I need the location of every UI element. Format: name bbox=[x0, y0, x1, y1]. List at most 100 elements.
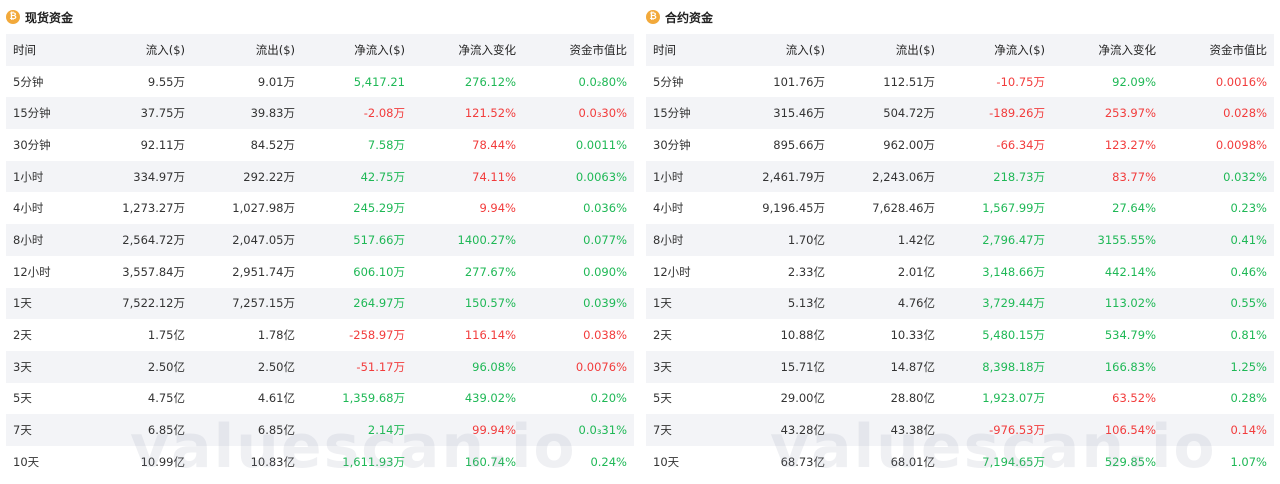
table-row: 3天 2.50亿 2.50亿 -51.17万 96.08% 0.0076% bbox=[6, 350, 634, 383]
time-cell: 4小时 bbox=[653, 201, 684, 216]
outflow-cell: 68.01亿 bbox=[890, 454, 935, 469]
net-change-cell: 63.52% bbox=[1112, 391, 1156, 406]
table-row: 1小时 2,461.79万 2,243.06万 218.73万 83.77% 0.032% bbox=[646, 160, 1274, 193]
outflow-cell: 7,257.15万 bbox=[232, 296, 295, 311]
outflow-cell: 1,027.98万 bbox=[232, 201, 295, 216]
outflow-cell: 4.76亿 bbox=[897, 296, 935, 311]
net-change-cell: 116.14% bbox=[464, 328, 516, 343]
futures-funds-panel: ₿ 合约资金 时间 流入($) 流出($) 净流入($) 净流入变化 资金市值比… bbox=[646, 0, 1274, 484]
net-inflow-cell: 1,611.93万 bbox=[342, 454, 405, 469]
net-change-cell: 166.83% bbox=[1104, 359, 1156, 374]
net-inflow-cell: 606.10万 bbox=[353, 264, 405, 279]
net-change-cell: 121.52% bbox=[464, 106, 516, 121]
column-header-time[interactable]: 时间 bbox=[646, 34, 724, 66]
time-cell: 2天 bbox=[13, 328, 32, 343]
net-inflow-cell: 218.73万 bbox=[993, 169, 1045, 184]
table-row: 15分钟 315.46万 504.72万 -189.26万 253.97% 0.028% bbox=[646, 97, 1274, 130]
market-cap-ratio-cell: 0.0076% bbox=[575, 359, 627, 374]
time-cell: 5天 bbox=[653, 391, 672, 406]
column-header-time[interactable]: 时间 bbox=[6, 34, 84, 66]
net-inflow-cell: -10.75万 bbox=[996, 74, 1045, 89]
net-change-cell: 99.94% bbox=[472, 423, 516, 438]
time-cell: 3天 bbox=[653, 359, 672, 374]
market-cap-ratio-cell: 0.028% bbox=[1223, 106, 1267, 121]
spot-funds-table-body: 5分钟 9.55万 9.01万 5,417.21 276.12% 0.0₂80% 15分钟 3… bbox=[6, 66, 634, 478]
market-cap-ratio-cell: 0.41% bbox=[1230, 232, 1267, 247]
table-row: 8小时 2,564.72万 2,047.05万 517.66万 1400.27% 0.07… bbox=[6, 224, 634, 256]
column-header-inflow[interactable]: 流入($) bbox=[84, 34, 192, 66]
outflow-cell: 2,047.05万 bbox=[232, 232, 295, 247]
column-header-net-inflow[interactable]: 净流入($) bbox=[302, 34, 412, 66]
market-cap-ratio-cell: 0.28% bbox=[1230, 391, 1267, 406]
market-cap-ratio-cell: 0.077% bbox=[583, 232, 627, 247]
market-cap-ratio-cell: 0.20% bbox=[590, 391, 627, 406]
table-row: 30分钟 92.11万 84.52万 7.58万 78.44% 0.0011% bbox=[6, 129, 634, 161]
inflow-cell: 101.76万 bbox=[773, 74, 825, 89]
market-cap-ratio-cell: 0.14% bbox=[1230, 423, 1267, 438]
table-row: 4小时 1,273.27万 1,027.98万 245.29万 9.94% 0.036% bbox=[6, 192, 634, 224]
net-change-cell: 113.02% bbox=[1104, 296, 1156, 311]
futures-funds-table: 时间 流入($) 流出($) 净流入($) 净流入变化 资金市值比 5分钟 101… bbox=[646, 34, 1274, 478]
net-inflow-cell: 3,148.66万 bbox=[982, 264, 1045, 279]
market-cap-ratio-cell: 0.0₂80% bbox=[578, 74, 627, 89]
table-row: 2天 10.88亿 10.33亿 5,480.15万 534.79% 0.81% bbox=[646, 319, 1274, 351]
outflow-cell: 39.83万 bbox=[250, 106, 295, 121]
net-inflow-cell: 42.75万 bbox=[360, 169, 405, 184]
market-cap-ratio-cell: 0.0₃31% bbox=[578, 423, 627, 438]
column-header-outflow[interactable]: 流出($) bbox=[832, 34, 942, 66]
outflow-cell: 43.38亿 bbox=[890, 423, 935, 438]
spot-funds-title: 现货资金 bbox=[25, 10, 74, 25]
market-cap-ratio-cell: 0.032% bbox=[1223, 169, 1267, 184]
time-cell: 12小时 bbox=[13, 264, 51, 279]
net-inflow-cell: 1,567.99万 bbox=[982, 201, 1045, 216]
net-inflow-cell: 5,480.15万 bbox=[982, 328, 1045, 343]
time-cell: 3天 bbox=[13, 359, 32, 374]
inflow-cell: 9.55万 bbox=[147, 74, 185, 89]
time-cell: 8小时 bbox=[13, 232, 44, 247]
time-cell: 7天 bbox=[13, 423, 32, 438]
net-inflow-cell: 8,398.18万 bbox=[982, 359, 1045, 374]
net-inflow-cell: 7.58万 bbox=[367, 137, 405, 152]
table-row: 7天 6.85亿 6.85亿 2.14万 99.94% 0.0₃31% bbox=[6, 414, 634, 446]
table-row: 1天 5.13亿 4.76亿 3,729.44万 113.02% 0.55% bbox=[646, 287, 1274, 320]
inflow-cell: 37.75万 bbox=[140, 106, 185, 121]
column-header-net-inflow[interactable]: 净流入($) bbox=[942, 34, 1052, 66]
inflow-cell: 1.70亿 bbox=[787, 232, 825, 247]
coin-icon: ₿ bbox=[646, 10, 660, 24]
net-inflow-cell: -51.17万 bbox=[356, 359, 405, 374]
net-change-cell: 529.85% bbox=[1104, 454, 1156, 469]
net-inflow-cell: -258.97万 bbox=[349, 328, 405, 343]
net-change-cell: 96.08% bbox=[472, 359, 516, 374]
market-cap-ratio-cell: 0.038% bbox=[583, 328, 627, 343]
column-header-outflow[interactable]: 流出($) bbox=[192, 34, 302, 66]
net-change-cell: 277.67% bbox=[464, 264, 516, 279]
column-header-net-change[interactable]: 净流入变化 bbox=[1052, 34, 1163, 66]
time-cell: 10天 bbox=[13, 454, 40, 469]
column-header-inflow[interactable]: 流入($) bbox=[724, 34, 832, 66]
column-header-market-cap-ratio[interactable]: 资金市值比 bbox=[523, 34, 634, 66]
market-cap-ratio-cell: 0.039% bbox=[583, 296, 627, 311]
inflow-cell: 895.66万 bbox=[773, 137, 825, 152]
market-cap-ratio-cell: 0.036% bbox=[583, 201, 627, 216]
column-header-market-cap-ratio[interactable]: 资金市值比 bbox=[1163, 34, 1274, 66]
time-cell: 4小时 bbox=[13, 201, 44, 216]
net-inflow-cell: 517.66万 bbox=[353, 232, 405, 247]
futures-funds-title: 合约资金 bbox=[665, 10, 714, 25]
inflow-cell: 2.50亿 bbox=[147, 359, 185, 374]
net-inflow-cell: 2,796.47万 bbox=[982, 232, 1045, 247]
inflow-cell: 2.33亿 bbox=[787, 264, 825, 279]
inflow-cell: 10.99亿 bbox=[140, 454, 185, 469]
time-cell: 5分钟 bbox=[653, 74, 684, 89]
table-row: 30分钟 895.66万 962.00万 -66.34万 123.27% 0.0098% bbox=[646, 129, 1274, 161]
time-cell: 1天 bbox=[653, 296, 672, 311]
table-row: 10天 10.99亿 10.83亿 1,611.93万 160.74% 0.24% bbox=[6, 446, 634, 478]
table-row: 5天 29.00亿 28.80亿 1,923.07万 63.52% 0.28% bbox=[646, 383, 1274, 415]
market-cap-ratio-cell: 0.0098% bbox=[1215, 137, 1267, 152]
net-change-cell: 253.97% bbox=[1104, 106, 1156, 121]
net-change-cell: 442.14% bbox=[1104, 264, 1156, 279]
market-cap-ratio-cell: 0.0016% bbox=[1215, 74, 1267, 89]
spot-funds-header: ₿ 现货资金 bbox=[6, 0, 634, 34]
inflow-cell: 92.11万 bbox=[140, 137, 185, 152]
net-change-cell: 276.12% bbox=[464, 74, 516, 89]
column-header-net-change[interactable]: 净流入变化 bbox=[412, 34, 523, 66]
